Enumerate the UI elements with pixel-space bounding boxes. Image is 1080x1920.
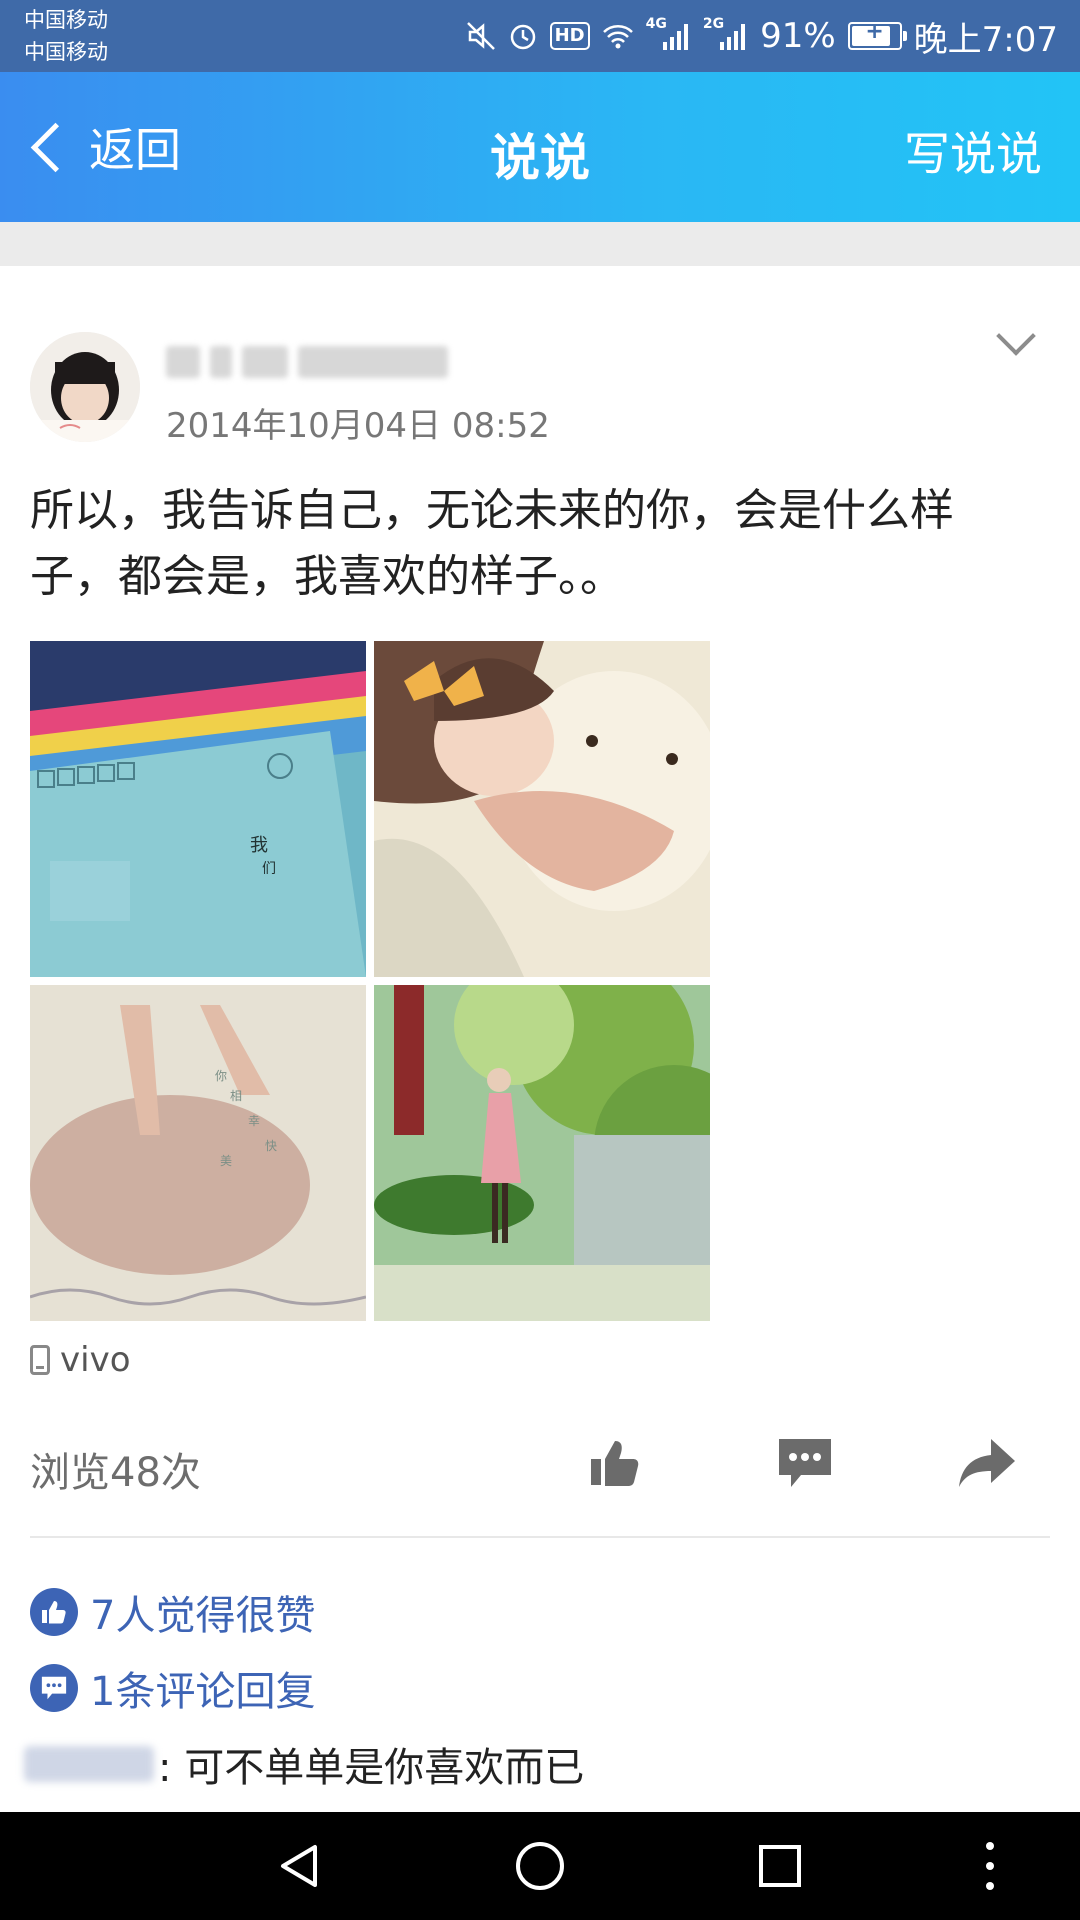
hd-icon: HD [549, 22, 590, 50]
chevron-down-icon[interactable] [996, 316, 1036, 356]
more-dots-icon[interactable] [960, 1836, 1020, 1896]
likes-label: 7人觉得很赞 [90, 1593, 316, 1639]
comments-label: 1条评论回复 [90, 1669, 316, 1715]
mute-icon [466, 21, 496, 51]
wifi-icon [602, 23, 634, 49]
home-circle-icon[interactable] [510, 1836, 570, 1896]
section-divider [0, 222, 1080, 266]
redacted-block [210, 346, 232, 378]
status-bar: 中国移动 中国移动 HD 4G 2G 91% + 晚上7:07 [0, 0, 1080, 72]
like-icon [30, 1588, 78, 1636]
phone-icon [30, 1345, 50, 1375]
divider [30, 1536, 1050, 1538]
alarm-icon [508, 21, 538, 51]
comment-icon [30, 1664, 78, 1712]
back-triangle-icon[interactable] [270, 1836, 330, 1896]
comments-summary[interactable]: 1条评论回复 [30, 1660, 315, 1716]
battery-percent: 91% [760, 16, 836, 56]
device-name: vivo [60, 1340, 131, 1380]
signal-4g-icon: 4G [646, 16, 691, 50]
like-button[interactable] [580, 1430, 650, 1500]
clock: 晚上7:07 [913, 19, 1058, 60]
photo-legs-heart[interactable]: 你相幸 快美 [30, 985, 366, 1321]
redacted-block [166, 346, 200, 378]
view-count: 浏览48次 [30, 1450, 201, 1496]
back-button[interactable]: 返回 [24, 114, 181, 180]
comment-text: : 可不单单是你喜欢而已 [158, 1745, 585, 1791]
comment-icon [775, 1435, 835, 1495]
post-device: vivo [30, 1338, 131, 1382]
title-bar: 返回 说说 写说说 [0, 72, 1080, 222]
post-timestamp: 2014年10月04日 08:52 [166, 406, 550, 446]
photo-girl-garden[interactable] [374, 985, 710, 1321]
carrier-label: 中国移动 [24, 40, 108, 64]
commenter-name-redacted[interactable] [24, 1746, 154, 1782]
photo-envelopes[interactable]: 我 们 [30, 641, 366, 977]
network-type-label: 4G [645, 16, 667, 32]
svg-text:美: 美 [220, 1154, 232, 1168]
chevron-left-icon [30, 122, 81, 172]
network-type-label: 2G [702, 16, 725, 32]
recent-square-icon[interactable] [750, 1836, 810, 1896]
photo-girl-bear[interactable] [374, 641, 710, 977]
system-nav-bar [0, 1812, 1080, 1920]
share-button[interactable] [952, 1430, 1022, 1500]
battery-charging-icon: + [847, 19, 907, 50]
write-post-button[interactable]: 写说说 [904, 118, 1042, 184]
charging-plus-icon: + [865, 19, 884, 44]
svg-text:们: 们 [262, 861, 276, 877]
svg-text:快: 快 [265, 1139, 277, 1153]
author-name-redacted[interactable] [166, 340, 448, 384]
back-label: 返回 [89, 123, 181, 177]
redacted-block [242, 346, 288, 378]
likes-summary[interactable]: 7人觉得很赞 [30, 1584, 315, 1640]
share-icon [957, 1435, 1017, 1495]
like-icon [587, 1435, 643, 1495]
svg-text:你: 你 [215, 1069, 227, 1083]
comment-button[interactable] [770, 1430, 840, 1500]
signal-2g-icon: 2G [703, 16, 748, 50]
avatar[interactable] [30, 332, 140, 442]
svg-text:相: 相 [230, 1089, 242, 1103]
post-text: 所以，我告诉自己，无论未来的你，会是什么样子，都会是，我喜欢的样子。。 [30, 485, 954, 602]
comment-item[interactable]: : 可不单单是你喜欢而已 [24, 1736, 584, 1792]
svg-text:我: 我 [250, 835, 268, 856]
carrier-label: 中国移动 [24, 8, 108, 32]
svg-text:幸: 幸 [248, 1114, 260, 1128]
photo-grid: 我 们 你相幸 快美 [30, 641, 710, 1321]
redacted-block [298, 346, 448, 378]
